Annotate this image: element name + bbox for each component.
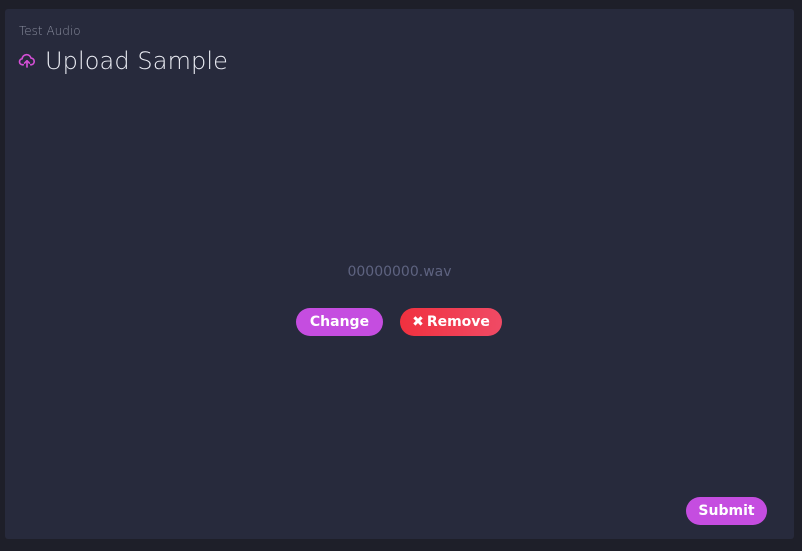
card-subtitle: Test Audio <box>19 24 81 38</box>
card-header: Upload Sample <box>18 46 228 76</box>
change-button-label: Change <box>309 314 370 330</box>
upload-card: Test Audio Upload Sample 00000000.wav Ch… <box>5 9 794 539</box>
remove-button-label: Remove <box>426 314 490 330</box>
remove-button[interactable]: ✖ Remove <box>400 308 502 336</box>
change-button[interactable]: Change <box>296 308 383 336</box>
uploaded-filename: 00000000.wav <box>347 264 452 280</box>
close-icon: ✖ <box>412 314 424 330</box>
page-title: Upload Sample <box>45 47 229 75</box>
cloud-upload-icon <box>18 52 36 70</box>
submit-button[interactable]: Submit <box>686 497 767 525</box>
submit-button-label: Submit <box>698 503 755 519</box>
